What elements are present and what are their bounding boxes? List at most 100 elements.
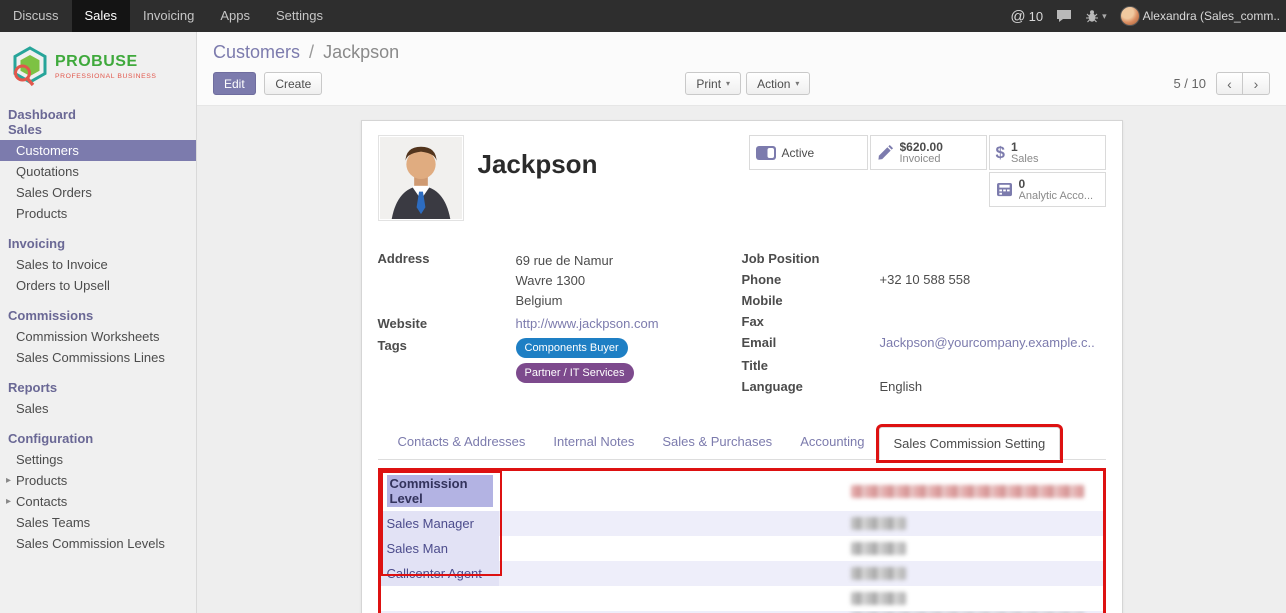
title-label: Title [742, 358, 880, 374]
table-row-empty[interactable] [381, 586, 1103, 611]
probuse-logo-text: PROBUSE PROFESSIONAL BUSINESS [55, 54, 157, 80]
action-dropdown-button[interactable]: Action ▾ [746, 72, 810, 95]
sidebar-section-invoicing[interactable]: Invoicing [0, 233, 196, 254]
breadcrumb-current: Jackpson [323, 42, 399, 62]
sidebar-item-orders-to-upsell[interactable]: Orders to Upsell [0, 275, 196, 296]
commission-level-cell[interactable]: Sales Man [381, 536, 499, 561]
mobile-label: Mobile [742, 293, 880, 309]
pencil-icon [877, 144, 894, 161]
sidebar-item-config-contacts[interactable]: ▸ Contacts [0, 491, 196, 512]
sales-count: 1 [1011, 141, 1039, 153]
sidebar-item-commission-worksheets[interactable]: Commission Worksheets [0, 326, 196, 347]
table-row-sales-man[interactable]: Sales Man [381, 536, 1103, 561]
address-label: Address [378, 251, 516, 311]
tab-contacts-addresses[interactable]: Contacts & Addresses [384, 426, 540, 459]
tags-label: Tags [378, 338, 516, 388]
tab-accounting[interactable]: Accounting [786, 426, 878, 459]
email-link[interactable]: Jackpson@yourcompany.example.c.. [880, 335, 1095, 351]
toggle-icon [756, 146, 776, 160]
create-button[interactable]: Create [264, 72, 322, 95]
stat-buttons: Active $620.00 Invoiced [748, 135, 1106, 207]
email-label: Email [742, 335, 880, 351]
job-position-label: Job Position [742, 251, 880, 267]
notebook: Contacts & Addresses Internal Notes Sale… [378, 426, 1106, 613]
sidebar-item-sales-teams[interactable]: Sales Teams [0, 512, 196, 533]
pager-previous-button[interactable]: ‹ [1216, 72, 1243, 95]
debug-menu-button[interactable]: ▾ [1085, 9, 1107, 23]
logo-title: PROBUSE [55, 54, 157, 70]
left-buttons: Edit Create [213, 72, 322, 95]
tags-value: Components Buyer Partner / IT Services [516, 338, 634, 388]
print-label: Print [696, 77, 721, 91]
redacted-cell-value [851, 517, 906, 530]
sales-stat-button[interactable]: $ 1 Sales [989, 135, 1106, 170]
topbar-item-discuss[interactable]: Discuss [0, 0, 72, 32]
breadcrumb-separator: / [309, 42, 314, 62]
topbar-item-settings[interactable]: Settings [263, 0, 336, 32]
analytic-accounts-stat-button[interactable]: 0 Analytic Acco... [989, 172, 1106, 207]
action-label: Action [757, 77, 790, 91]
address-value: 69 rue de Namur Wavre 1300 Belgium [516, 251, 614, 311]
edit-button[interactable]: Edit [213, 72, 256, 95]
caret-down-icon: ▾ [1102, 11, 1107, 22]
form-view-container: Jackpson Active [197, 106, 1286, 613]
mention-counter[interactable]: @ 10 [1010, 8, 1043, 25]
sidebar-item-sales-to-invoice[interactable]: Sales to Invoice [0, 254, 196, 275]
main-area: Customers / Jackpson Edit Create Print ▾… [197, 32, 1286, 613]
table-row-callcenter-agent[interactable]: Callcenter Agent [381, 561, 1103, 586]
topbar-item-apps[interactable]: Apps [207, 0, 263, 32]
sidebar-item-sales-commissions-lines[interactable]: Sales Commissions Lines [0, 347, 196, 368]
sidebar-item-label: Products [16, 473, 67, 488]
sidebar-section-sales[interactable]: Sales [0, 119, 196, 140]
sidebar-item-reports-sales[interactable]: Sales [0, 398, 196, 419]
sidebar-section-reports[interactable]: Reports [0, 377, 196, 398]
sidebar: PROBUSE PROFESSIONAL BUSINESS Dashboard … [0, 32, 197, 613]
invoiced-stat-button[interactable]: $620.00 Invoiced [870, 135, 987, 170]
redacted-cell-value [851, 592, 906, 605]
commission-level-cell[interactable]: Callcenter Agent [381, 561, 499, 586]
sidebar-item-customers[interactable]: Customers [0, 140, 196, 161]
topbar-item-invoicing[interactable]: Invoicing [130, 0, 207, 32]
sales-label: Sales [1011, 153, 1039, 165]
tab-sales-commission-setting[interactable]: Sales Commission Setting [879, 427, 1061, 460]
active-toggle-button[interactable]: Active [749, 135, 868, 170]
sidebar-item-settings[interactable]: Settings [0, 449, 196, 470]
sidebar-item-config-products[interactable]: ▸ Products [0, 470, 196, 491]
dollar-icon: $ [996, 143, 1005, 163]
calculator-icon [996, 182, 1013, 197]
website-link[interactable]: http://www.jackpson.com [516, 316, 659, 332]
sidebar-section-commissions[interactable]: Commissions [0, 305, 196, 326]
mention-count: 10 [1029, 9, 1043, 24]
probuse-logo-icon [10, 46, 50, 88]
sidebar-item-sales-orders[interactable]: Sales Orders [0, 182, 196, 203]
sidebar-section-configuration[interactable]: Configuration [0, 428, 196, 449]
table-header-row: Commission Level [381, 471, 1103, 511]
app-root: Discuss Sales Invoicing Apps Settings @ … [0, 0, 1286, 613]
caret-down-icon: ▾ [795, 80, 799, 88]
logo-subtitle: PROFESSIONAL BUSINESS [55, 73, 157, 80]
column-header-commission-level[interactable]: Commission Level [387, 475, 493, 507]
breadcrumb-customers-link[interactable]: Customers [213, 42, 300, 62]
print-dropdown-button[interactable]: Print ▾ [685, 72, 741, 95]
pager-next-button[interactable]: › [1243, 72, 1270, 95]
mention-icon: @ [1010, 8, 1025, 25]
sidebar-menu: Dashboard Sales Customers Quotations Sal… [0, 104, 196, 554]
tab-sales-purchases[interactable]: Sales & Purchases [648, 426, 786, 459]
table-row-sales-manager[interactable]: Sales Manager [381, 511, 1103, 536]
redacted-cell-value [851, 567, 906, 580]
sidebar-item-quotations[interactable]: Quotations [0, 161, 196, 182]
tab-internal-notes[interactable]: Internal Notes [539, 426, 648, 459]
commission-level-cell[interactable]: Sales Manager [381, 511, 499, 536]
topbar-item-sales[interactable]: Sales [72, 0, 131, 32]
pager-counter: 5 / 10 [1173, 76, 1206, 91]
address-line3: Belgium [516, 291, 614, 311]
sidebar-item-sales-commission-levels[interactable]: Sales Commission Levels [0, 533, 196, 554]
address-line1: 69 rue de Namur [516, 251, 614, 271]
tag-partner-it-services: Partner / IT Services [516, 363, 634, 383]
messages-button[interactable] [1056, 9, 1072, 23]
phone-label: Phone [742, 272, 880, 288]
sidebar-item-products[interactable]: Products [0, 203, 196, 224]
sheet-header: Jackpson Active [378, 135, 1106, 221]
user-menu[interactable]: Alexandra (Sales_comm.. [1120, 6, 1280, 26]
analytic-label: Analytic Acco... [1019, 190, 1094, 202]
